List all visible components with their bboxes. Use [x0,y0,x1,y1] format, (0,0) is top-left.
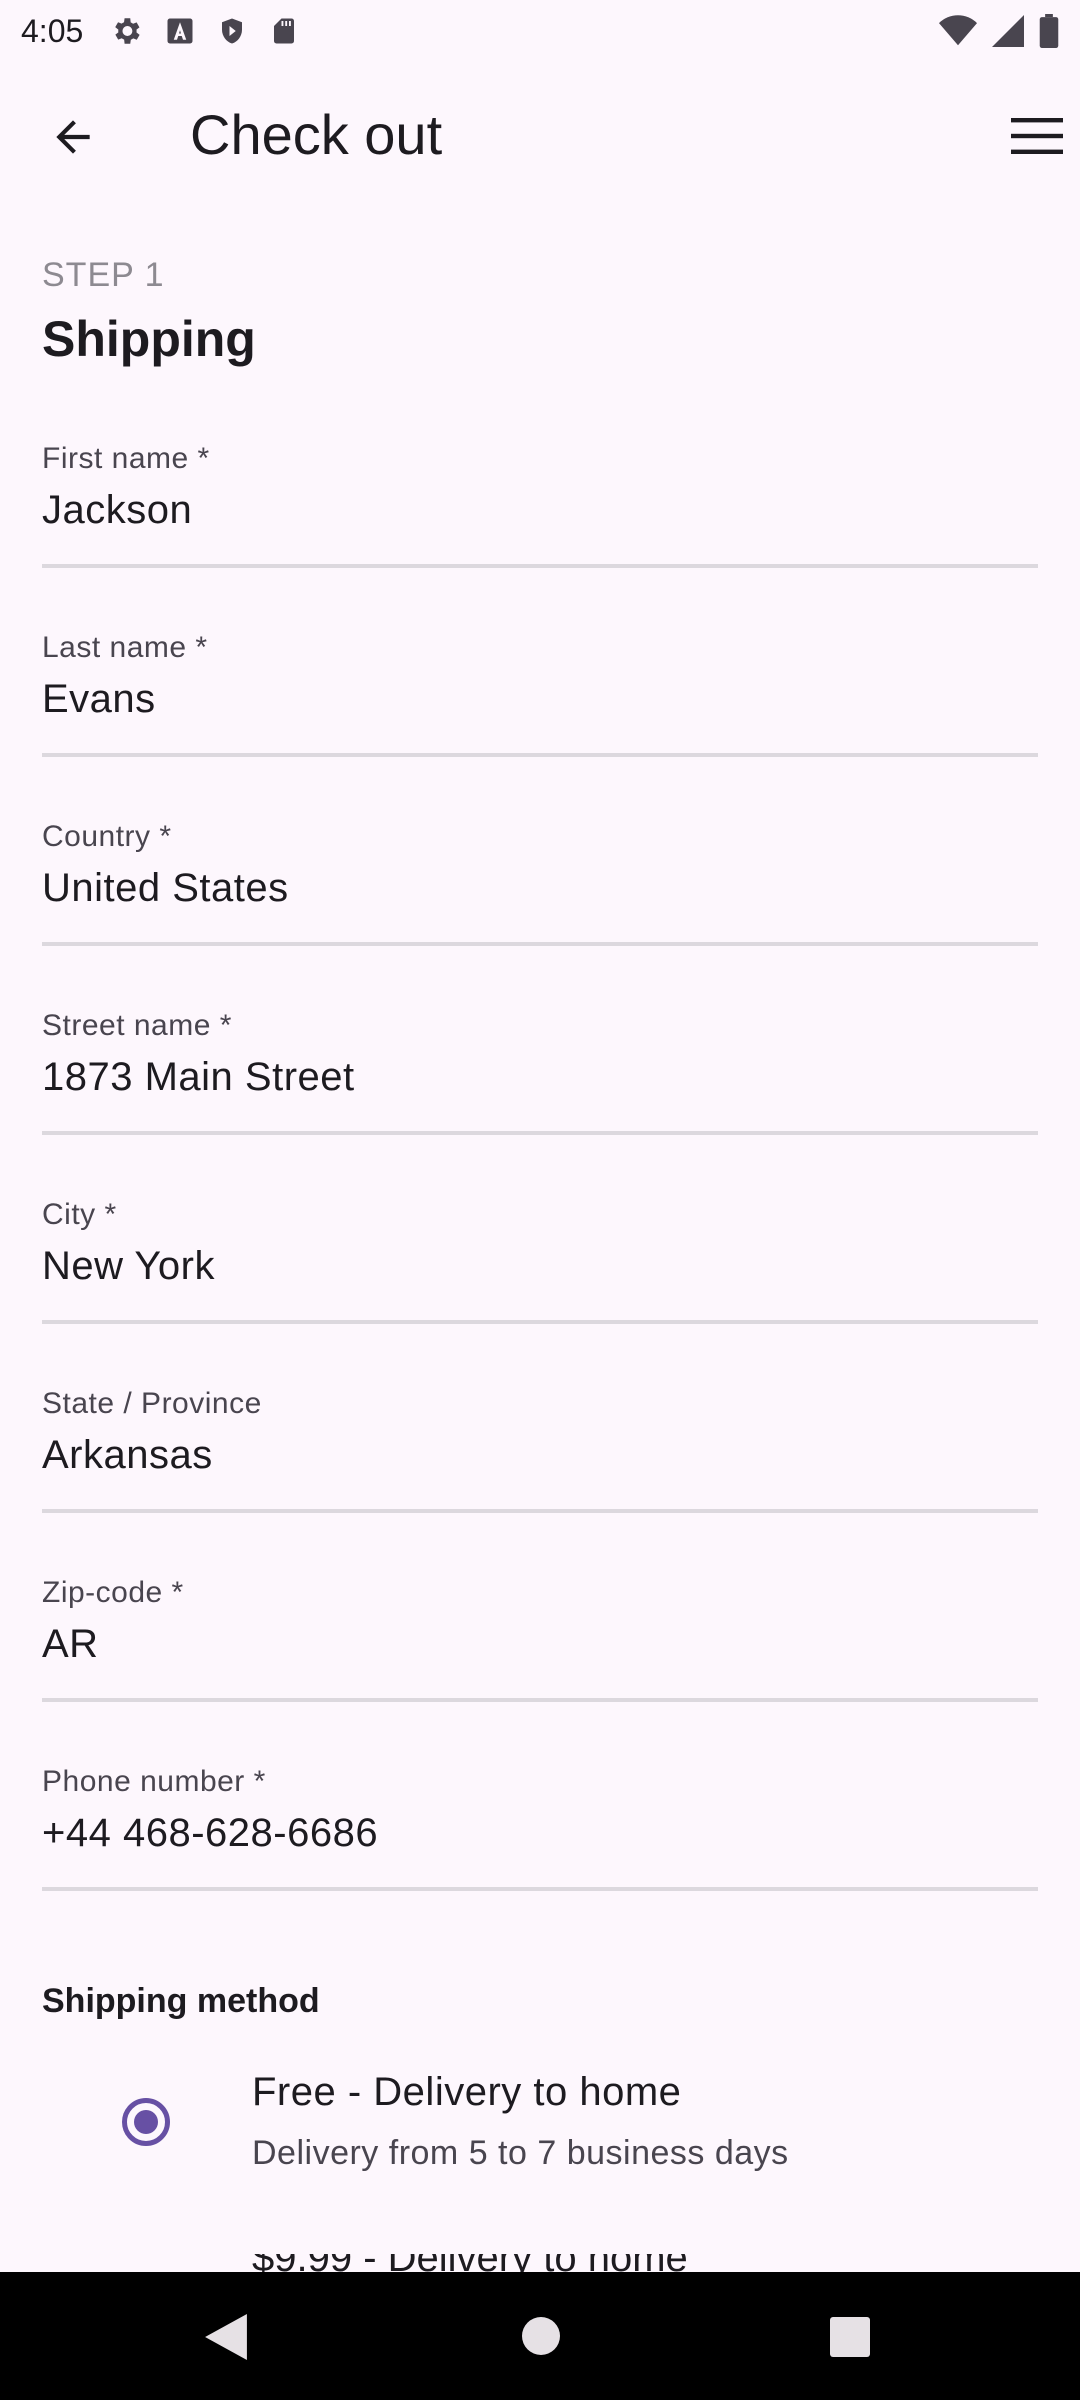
field-value: United States [42,866,289,910]
shield-icon [217,15,247,47]
field-label: Phone number * [42,1765,266,1798]
nav-home-icon[interactable] [522,2317,560,2360]
field-label: First name * [42,442,210,475]
hamburger-menu-icon [1011,116,1063,161]
nav-recents-icon[interactable] [830,2317,870,2362]
settings-icon [109,14,143,48]
radio-button-selected[interactable] [122,2098,170,2146]
page-title: Check out [190,103,443,166]
country-field[interactable]: Country * United States [42,820,1038,946]
field-value: Jackson [42,488,193,532]
app-bar: Check out [0,62,1080,212]
step-label: STEP 1 [42,256,165,294]
field-label: Last name * [42,631,208,664]
cell-signal-icon [991,15,1025,47]
wifi-icon [939,15,977,47]
nav-back-icon[interactable] [205,2314,247,2365]
field-value: +44 468-628-6686 [42,1811,379,1855]
field-value: Evans [42,677,156,721]
shipping-method-title: Shipping method [42,1982,320,2020]
field-label: State / Province [42,1387,262,1420]
street-name-field[interactable]: Street name * 1873 Main Street [42,1009,1038,1135]
sd-card-icon [269,15,299,47]
arrow-back-icon [48,112,98,167]
field-label: Street name * [42,1009,232,1042]
shipping-option-paid[interactable]: $9.99 - Delivery to home [252,2254,952,2274]
shipping-option-title: Free - Delivery to home [252,2070,682,2114]
status-bar: 4:05 [0,0,1080,62]
first-name-field[interactable]: First name * Jackson [42,442,1038,568]
field-value: AR [42,1622,99,1666]
shipping-option-subtitle: Delivery from 5 to 7 business days [252,2134,789,2172]
step-title: Shipping [42,311,256,367]
field-label: Zip-code * [42,1576,184,1609]
font-a-icon [165,16,195,46]
system-nav-bar [0,2272,1080,2400]
field-value: New York [42,1244,215,1288]
back-button[interactable] [38,104,108,174]
field-value: Arkansas [42,1433,213,1477]
menu-button[interactable] [1002,108,1072,168]
zip-code-field[interactable]: Zip-code * AR [42,1576,1038,1702]
city-field[interactable]: City * New York [42,1198,1038,1324]
field-label: City * [42,1198,117,1231]
field-value: 1873 Main Street [42,1055,355,1099]
battery-icon [1039,14,1059,48]
field-label: Country * [42,820,172,853]
shipping-option-title: $9.99 - Delivery to home [252,2254,952,2274]
status-time: 4:05 [21,12,84,49]
state-province-field[interactable]: State / Province Arkansas [42,1387,1038,1513]
phone-number-field[interactable]: Phone number * +44 468-628-6686 [42,1765,1038,1891]
last-name-field[interactable]: Last name * Evans [42,631,1038,757]
radio-dot [134,2110,158,2134]
shipping-option-free[interactable]: Free - Delivery to home Delivery from 5 … [0,2060,1080,2180]
